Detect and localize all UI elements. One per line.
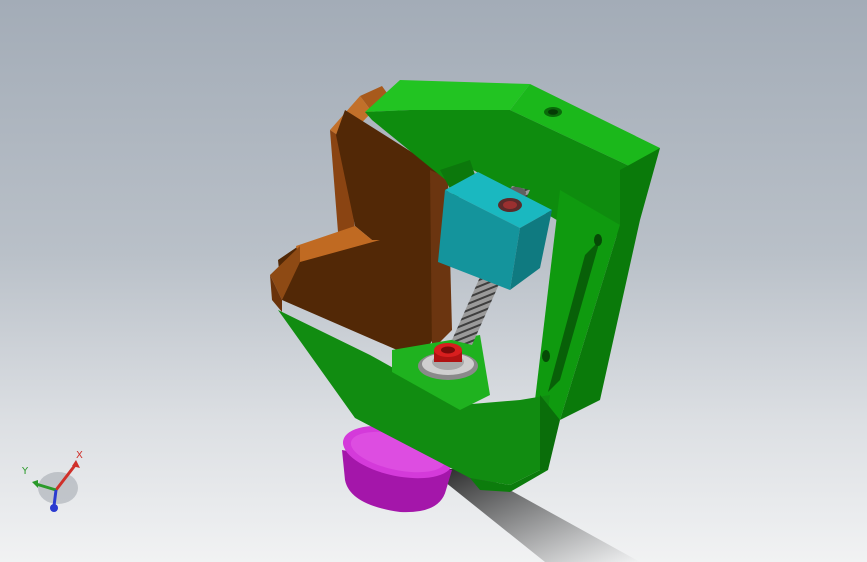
3d-model-view[interactable] (0, 0, 867, 562)
coordinate-triad: X Y (21, 450, 83, 512)
z-axis-line (52, 489, 58, 507)
y-axis-label: Y (21, 466, 29, 477)
x-axis-label: X (76, 450, 83, 461)
graphics-viewport[interactable]: X Y (0, 0, 867, 562)
floor-shadow (430, 468, 640, 562)
y-axis-arrow (32, 480, 38, 488)
z-axis-arrow (50, 504, 58, 512)
